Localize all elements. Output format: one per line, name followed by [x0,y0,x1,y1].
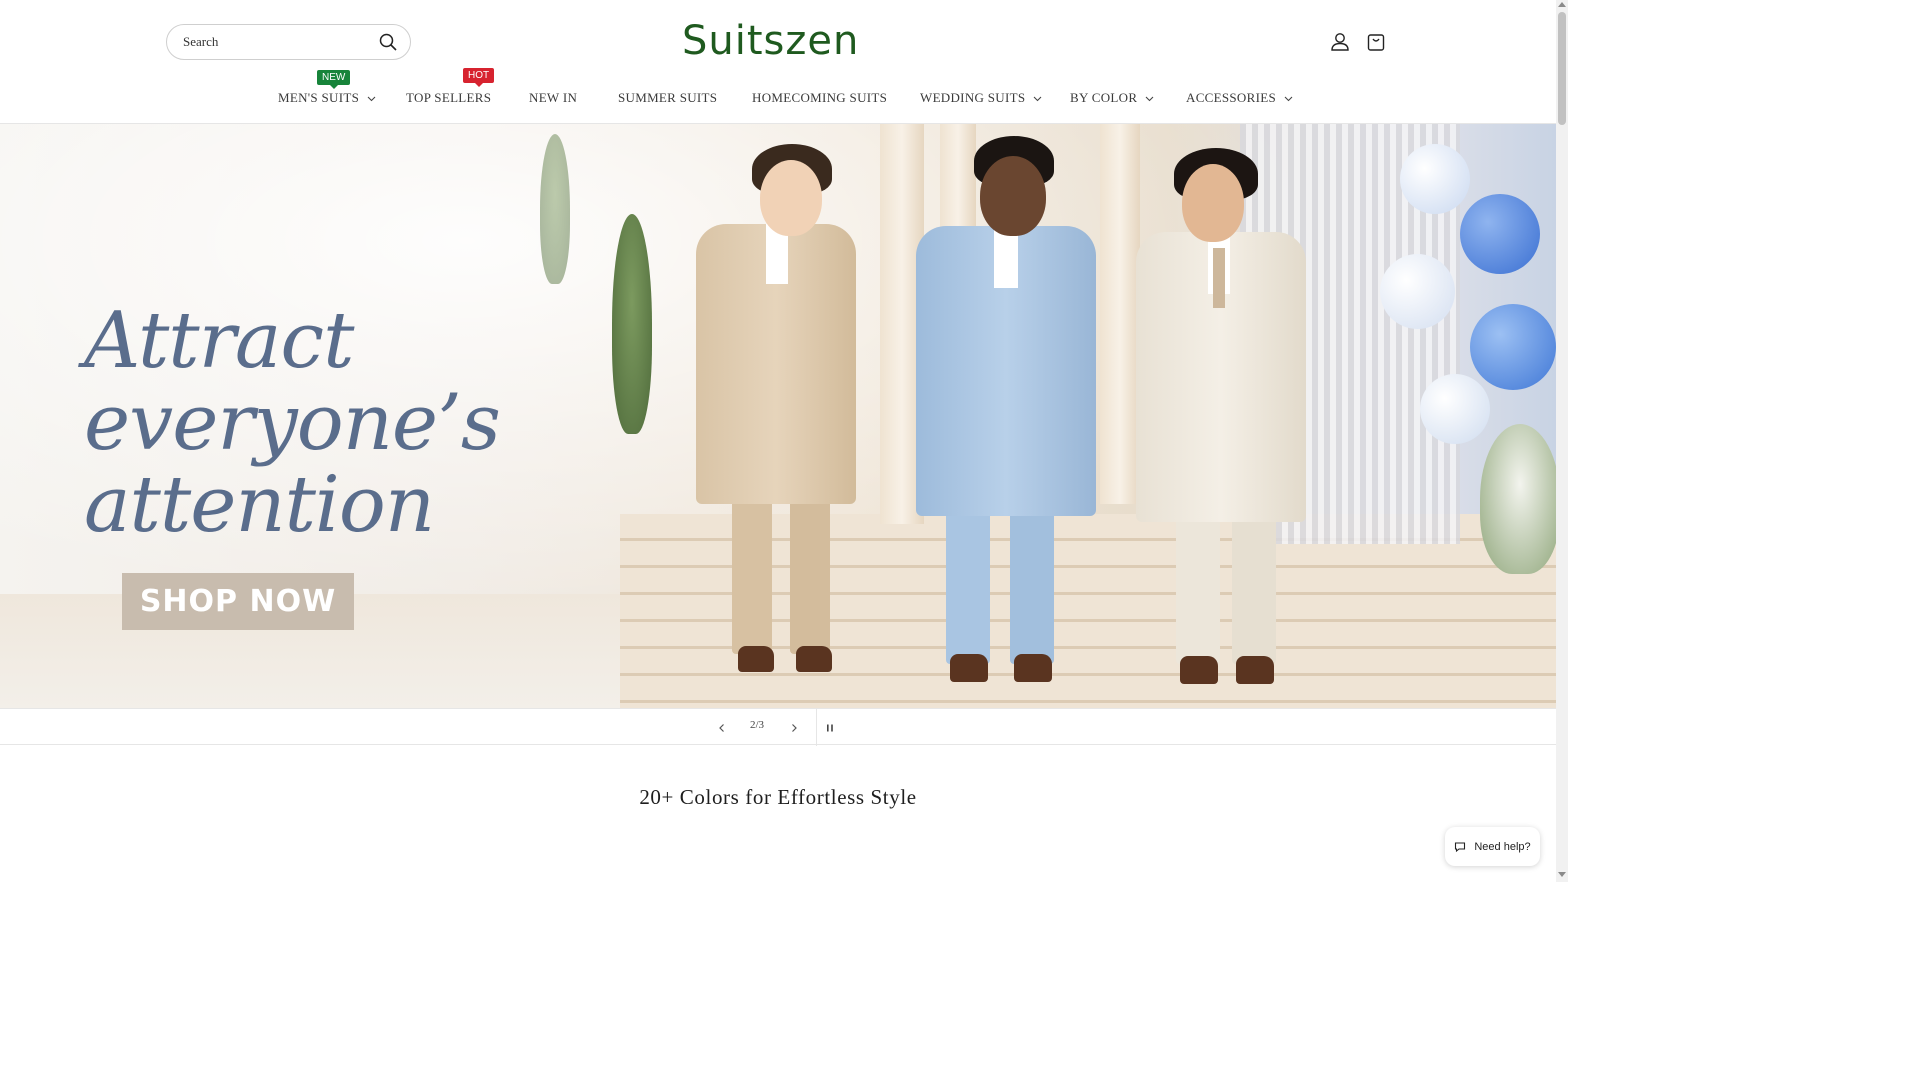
page-scrollbar[interactable] [1556,0,1568,882]
chevron-down-icon [1033,94,1042,103]
headline-line-3: attention [84,460,435,550]
scroll-up-arrow[interactable] [1558,2,1566,7]
nav-label: NEW IN [529,90,578,105]
shop-now-button[interactable]: SHOP NOW [122,573,354,630]
nav-label: TOP SELLERS [406,90,492,105]
controls-divider [816,709,817,746]
hero-balloon [1380,254,1455,329]
new-badge: NEW [317,70,351,89]
slide-counter: 2/3 [749,719,765,731]
scroll-thumb[interactable] [1558,12,1566,125]
nav-item-top-sellers[interactable]: TOP SELLERS [406,90,491,106]
site-header: Search Suitszen MEN'S SUITS NEW TOP SELL… [0,0,1556,124]
chat-icon [1454,841,1466,853]
nav-item-accessories[interactable]: ACCESSORIES [1186,90,1293,106]
nav-label: HOMECOMING SUITS [752,90,888,105]
scroll-down-arrow[interactable] [1558,872,1566,877]
nav-label: ACCESSORIES [1186,90,1276,105]
hero-tree [540,134,570,284]
chevron-right-icon[interactable] [784,718,804,738]
chevron-down-icon [1284,94,1293,103]
collection-heading: 20+ Colors for Effortless Style [639,785,917,809]
slideshow-controls: 2/3 [0,708,1556,746]
hero-balloon [1460,194,1540,274]
cart-icon[interactable] [1364,30,1388,54]
hero-balloon [1470,304,1556,390]
nav-label: BY COLOR [1070,90,1138,105]
logo-text: Suitszen [682,18,860,64]
nav-label: SUMMER SUITS [618,90,718,105]
nav-item-wedding-suits[interactable]: WEDDING SUITS [920,90,1042,106]
account-icon[interactable] [1328,30,1352,54]
hero-flowers [1480,424,1556,574]
nav-label: MEN'S SUITS [278,90,360,105]
search-input[interactable]: Search [183,34,378,50]
nav-item-by-color[interactable]: BY COLOR [1070,90,1154,106]
hero-balloon [1400,144,1470,214]
hot-badge: HOT [463,68,495,87]
hero-banner[interactable]: Attract everyone’s attention SHOP NOW [0,124,1556,708]
chevron-down-icon [367,94,376,103]
nav-item-mens-suits[interactable]: MEN'S SUITS [278,90,376,106]
headline-line-1: Attract [84,296,354,386]
search-icon[interactable] [378,32,398,52]
nav-item-homecoming-suits[interactable]: HOMECOMING SUITS [752,90,887,106]
chat-label: Need help? [1474,840,1531,853]
main-navigation: MEN'S SUITS NEW TOP SELLERS HOT NEW IN S… [0,68,1556,114]
pause-icon[interactable] [820,718,840,738]
need-help-chat-button[interactable]: Need help? [1445,827,1540,866]
nav-item-new-in[interactable]: NEW IN [529,90,577,106]
headline-line-2: everyone’s [84,378,501,468]
nav-item-summer-suits[interactable]: SUMMER SUITS [618,90,717,106]
site-logo[interactable]: Suitszen [682,18,876,64]
hero-tree [612,214,652,434]
hero-column [1100,124,1140,504]
chevron-left-icon[interactable] [712,718,732,738]
search-box[interactable]: Search [166,24,411,60]
hero-headline: Attract everyone’s attention [84,296,501,550]
chevron-down-icon [1145,94,1154,103]
hero-balloon [1420,374,1490,444]
nav-label: WEDDING SUITS [920,90,1026,105]
